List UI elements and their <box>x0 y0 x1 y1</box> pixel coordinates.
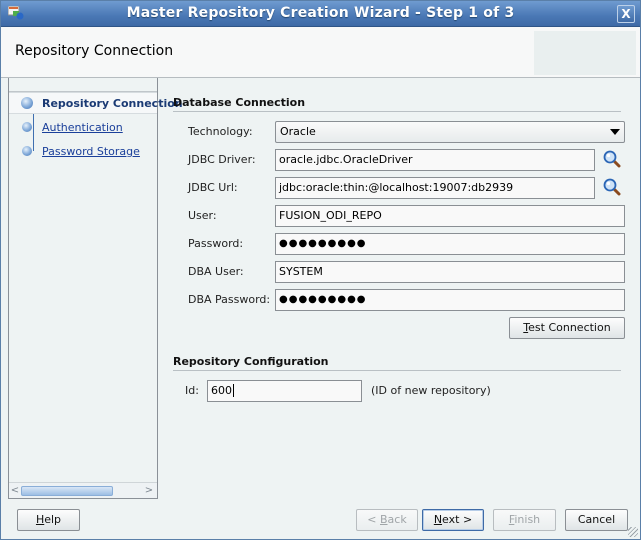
mnemonic: N <box>433 513 443 526</box>
jdbc-url-field[interactable]: jdbc:oracle:thin:@localhost:19007:db2939 <box>275 177 595 199</box>
jdbc-driver-field[interactable]: oracle.jdbc.OracleDriver <box>275 149 595 171</box>
scroll-left-icon[interactable]: < <box>9 484 21 498</box>
wizard-window: Master Repository Creation Wizard - Step… <box>0 0 641 540</box>
button-label: ack <box>387 513 407 526</box>
jdbc-url-label: JDBC Url: <box>188 181 238 194</box>
button-label: est Connection <box>528 321 611 334</box>
scroll-right-icon[interactable]: > <box>143 484 155 498</box>
button-label: ext > <box>442 513 473 526</box>
title-bar[interactable]: Master Repository Creation Wizard - Step… <box>1 1 640 27</box>
database-connection-heading: Database Connection <box>173 96 306 109</box>
test-connection-button[interactable]: Test Connection <box>509 317 625 339</box>
id-label: Id: <box>185 384 199 397</box>
resize-grip-icon[interactable] <box>628 527 638 537</box>
step-repository-connection[interactable]: Repository Connection <box>9 92 183 114</box>
divider <box>173 111 621 112</box>
dba-password-field[interactable]: ●●●●●●●●● <box>275 289 625 311</box>
button-label: < <box>367 513 380 526</box>
id-value: 600 <box>211 384 232 397</box>
step-password-storage[interactable]: Password Storage <box>9 141 157 163</box>
id-hint: (ID of new repository) <box>371 384 491 397</box>
wizard-header: Repository Connection <box>1 27 640 78</box>
back-button[interactable]: < Back <box>356 509 418 531</box>
button-label: elp <box>44 513 62 526</box>
chevron-down-icon <box>610 129 620 135</box>
text-cursor <box>233 384 234 397</box>
dba-user-label: DBA User: <box>188 265 244 278</box>
step-icon <box>22 146 32 156</box>
search-icon[interactable] <box>603 150 621 168</box>
header-banner <box>534 31 636 75</box>
user-field[interactable]: FUSION_ODI_REPO <box>275 205 625 227</box>
jdbc-driver-label: JDBC Driver: <box>188 153 256 166</box>
search-icon[interactable] <box>603 178 621 196</box>
cancel-button[interactable]: Cancel <box>565 509 628 531</box>
close-button[interactable]: X <box>617 5 635 23</box>
finish-button[interactable]: Finish <box>493 509 556 531</box>
mnemonic: H <box>35 513 45 526</box>
password-field[interactable]: ●●●●●●●●● <box>275 233 625 255</box>
password-label: Password: <box>188 237 244 250</box>
window-title: Master Repository Creation Wizard - Step… <box>126 5 515 21</box>
horizontal-scrollbar[interactable]: < > <box>9 482 157 498</box>
step-icon <box>22 122 32 132</box>
step-current-icon <box>21 97 33 109</box>
steps-panel: Repository Connection Authentication Pas… <box>8 78 183 499</box>
technology-select[interactable]: Oracle <box>275 121 625 143</box>
dba-password-label: DBA Password: <box>188 293 271 306</box>
step-authentication[interactable]: Authentication <box>9 117 157 139</box>
divider <box>173 370 621 371</box>
mnemonic: B <box>380 513 388 526</box>
user-label: User: <box>188 209 217 222</box>
repository-id-field[interactable]: 600 <box>207 380 362 402</box>
button-label: inish <box>514 513 541 526</box>
dba-user-field[interactable]: SYSTEM <box>275 261 625 283</box>
step-label[interactable]: Password Storage <box>42 145 140 158</box>
next-button[interactable]: Next > <box>422 509 484 531</box>
main-panel: Database Connection Technology: Oracle J… <box>158 78 640 499</box>
help-button[interactable]: Help <box>17 509 80 531</box>
repository-configuration-heading: Repository Configuration <box>173 355 329 368</box>
page-title: Repository Connection <box>15 43 174 59</box>
technology-value: Oracle <box>280 125 316 138</box>
step-label[interactable]: Authentication <box>42 121 123 134</box>
scroll-thumb[interactable] <box>21 486 113 496</box>
technology-label: Technology: <box>188 125 253 138</box>
